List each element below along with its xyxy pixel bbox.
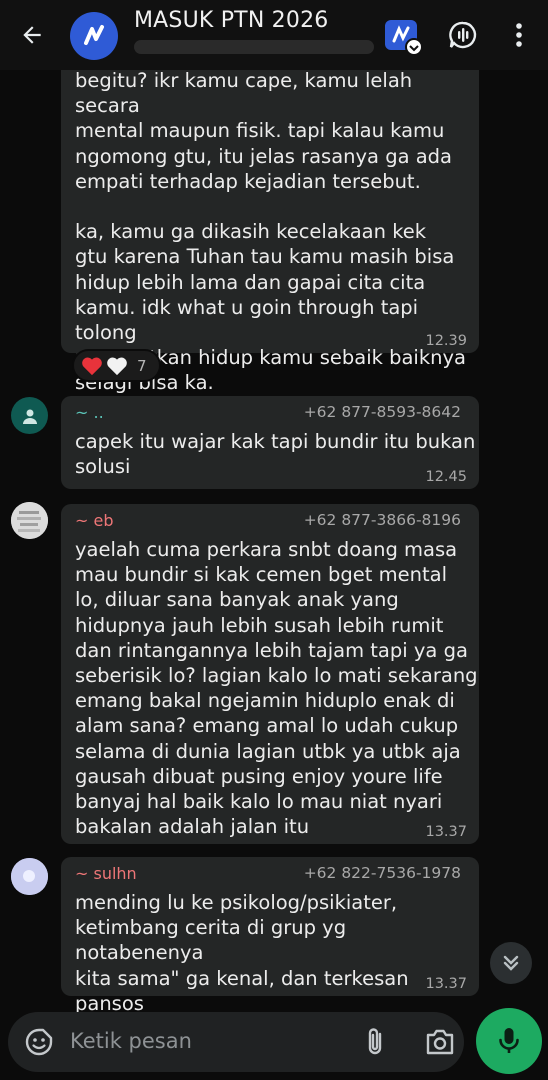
message-text: mending lu ke psikolog/psikiater, ketimb…	[75, 891, 409, 1015]
message-bubble[interactable]: ~ eb +62 877-3866-8196 yaelah cuma perka…	[61, 504, 479, 844]
message-time: 13.37	[425, 824, 467, 840]
message-input[interactable]: Ketik pesan	[70, 1029, 192, 1053]
chat-subtitle-redacted	[134, 40, 374, 54]
message-bubble[interactable]: ~ .. +62 877-8593-8642 capek itu wajar k…	[61, 396, 479, 489]
message-time: 13.37	[425, 976, 467, 992]
avatar-photo	[11, 858, 48, 895]
chat-title[interactable]: MASUK PTN 2026	[134, 8, 328, 33]
red-heart-icon	[82, 357, 102, 375]
group-avatar[interactable]	[70, 12, 118, 60]
reaction-count: 7	[137, 356, 147, 375]
camera-icon[interactable]	[424, 1028, 456, 1056]
sender-phone: +62 822-7536-1978	[303, 864, 461, 882]
sender-phone: +62 877-3866-8196	[303, 511, 461, 529]
message-bubble[interactable]: begitu? ikr kamu cape, kamu lelah secara…	[61, 56, 479, 394]
white-heart-icon	[107, 357, 127, 375]
reactions-pill[interactable]: 7	[72, 349, 161, 382]
emoji-icon[interactable]	[24, 1027, 54, 1057]
message-time: 12.39	[425, 333, 467, 349]
message-bubble[interactable]: ~ sulhn +62 822-7536-1978 mending lu ke …	[61, 857, 479, 1015]
sender-name[interactable]: ~ ..	[75, 403, 104, 422]
mic-icon	[499, 1028, 519, 1053]
avatar[interactable]	[11, 502, 48, 539]
message-text: capek itu wajar kak tapi bundir itu buka…	[75, 430, 476, 479]
person-icon	[22, 409, 37, 424]
voice-chat-icon[interactable]	[443, 16, 483, 54]
chat-header: MASUK PTN 2026	[0, 0, 548, 70]
message-time: 12.45	[425, 469, 467, 485]
message-input-bar[interactable]: Ketik pesan	[8, 1012, 464, 1072]
mic-button[interactable]	[476, 1008, 542, 1074]
sender-name[interactable]: ~ eb	[75, 511, 114, 530]
sender-phone: +62 877-8593-8642	[303, 403, 461, 421]
app-badge-icon[interactable]	[381, 16, 423, 56]
sender-name[interactable]: ~ sulhn	[75, 864, 137, 883]
more-vert-icon[interactable]	[504, 16, 534, 54]
avatar-photo	[11, 502, 48, 539]
message-text: begitu? ikr kamu cape, kamu lelah secara…	[75, 69, 466, 395]
avatar[interactable]	[11, 397, 48, 434]
scroll-to-bottom-button[interactable]	[490, 942, 532, 984]
group-logo-icon	[84, 25, 104, 45]
double-chevron-down-icon	[503, 955, 519, 971]
message-text: yaelah cuma perkara snbt doang masa mau …	[75, 538, 478, 839]
attach-icon[interactable]	[362, 1026, 388, 1058]
avatar[interactable]	[11, 858, 48, 895]
back-arrow-icon[interactable]	[14, 17, 50, 53]
